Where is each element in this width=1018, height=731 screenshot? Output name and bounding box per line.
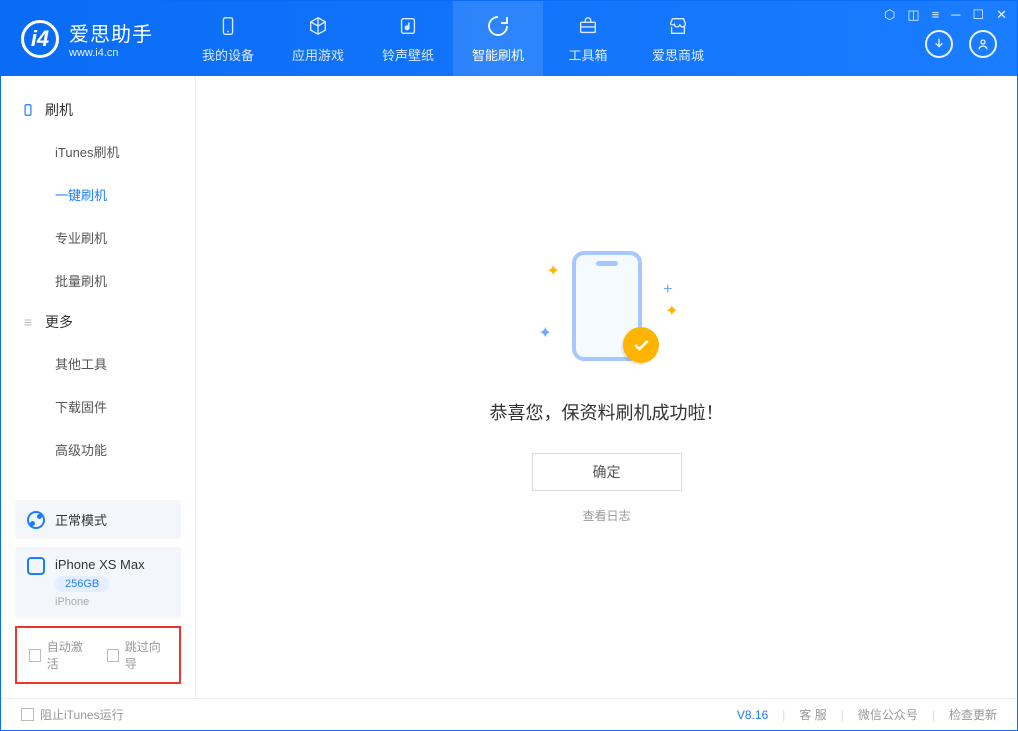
checkbox-box-icon: [107, 649, 119, 662]
highlighted-checkbox-row: 自动激活 跳过向导: [15, 626, 181, 684]
view-log-link[interactable]: 查看日志: [582, 507, 630, 524]
tab-label: 智能刷机: [472, 45, 524, 64]
separator: |: [782, 708, 785, 722]
logo-icon: i4: [21, 20, 59, 58]
checkbox-block-itunes[interactable]: 阻止iTunes运行: [21, 706, 124, 723]
sidebar-item-pro-flash[interactable]: 专业刷机: [1, 216, 195, 259]
checkbox-box-icon: [29, 649, 41, 662]
header: i4 爱思助手 www.i4.cn 我的设备 应用游戏 铃声壁纸 智能刷机: [1, 1, 1017, 76]
mode-icon: [27, 511, 45, 529]
main-tabs: 我的设备 应用游戏 铃声壁纸 智能刷机 工具箱 爱思商城: [183, 1, 723, 76]
footer: 阻止iTunes运行 V8.16 | 客 服 | 微信公众号 | 检查更新: [1, 698, 1017, 730]
header-right-buttons: [925, 30, 997, 58]
minimize-icon[interactable]: ─: [951, 7, 960, 23]
window-controls: ⬡ ◫ ≡ ─ ☐ ✕: [884, 7, 1007, 23]
checkbox-box-icon: [21, 708, 34, 721]
mode-label: 正常模式: [55, 510, 107, 529]
maximize-icon[interactable]: ☐: [972, 7, 984, 23]
close-icon[interactable]: ✕: [996, 7, 1007, 23]
tab-label: 应用游戏: [292, 45, 344, 64]
separator: |: [841, 708, 844, 722]
tab-my-device[interactable]: 我的设备: [183, 1, 273, 76]
section-label: 刷机: [45, 100, 73, 120]
sparkle-icon: ✦: [547, 261, 560, 281]
checkbox-auto-activate[interactable]: 自动激活: [29, 638, 89, 672]
sidebar-item-download-firmware[interactable]: 下载固件: [1, 385, 195, 428]
refresh-shield-icon: [485, 13, 511, 39]
shirt-icon[interactable]: ⬡: [884, 7, 895, 23]
logo: i4 爱思助手 www.i4.cn: [1, 18, 153, 59]
app-url: www.i4.cn: [69, 47, 153, 59]
tab-store[interactable]: 爱思商城: [633, 1, 723, 76]
tab-label: 我的设备: [202, 45, 254, 64]
tab-smart-flash[interactable]: 智能刷机: [453, 1, 543, 76]
tab-toolbox[interactable]: 工具箱: [543, 1, 633, 76]
storage-badge: 256GB: [55, 576, 109, 592]
tab-ringtones-wallpapers[interactable]: 铃声壁纸: [363, 1, 453, 76]
footer-link-support[interactable]: 客 服: [799, 706, 826, 723]
version-label: V8.16: [737, 708, 768, 722]
device-name: iPhone XS Max: [55, 557, 145, 572]
tab-label: 工具箱: [568, 45, 607, 64]
checkbox-label: 阻止iTunes运行: [40, 706, 124, 723]
device-icon: [21, 103, 35, 117]
cube-icon: [305, 13, 331, 39]
sidebar-section-flash: 刷机: [1, 90, 195, 130]
body: 刷机 iTunes刷机 一键刷机 专业刷机 批量刷机 ≡ 更多 其他工具 下载固…: [1, 76, 1017, 698]
app-title: 爱思助手: [69, 18, 153, 47]
sidebar-item-advanced[interactable]: 高级功能: [1, 428, 195, 471]
sidebar-item-batch-flash[interactable]: 批量刷机: [1, 259, 195, 302]
checkbox-skip-guide[interactable]: 跳过向导: [107, 638, 167, 672]
tab-apps-games[interactable]: 应用游戏: [273, 1, 363, 76]
sidebar-item-itunes-flash[interactable]: iTunes刷机: [1, 130, 195, 173]
tab-label: 爱思商城: [652, 45, 704, 64]
main-content: ✦ ✦ + ✦ 恭喜您，保资料刷机成功啦！ 确定 查看日志: [196, 76, 1017, 698]
device-phone-icon: [27, 557, 45, 575]
toolbox-icon: [575, 13, 601, 39]
success-message: 恭喜您，保资料刷机成功啦！: [490, 399, 724, 425]
phone-icon: [215, 13, 241, 39]
device-panel[interactable]: iPhone XS Max 256GB iPhone: [15, 547, 181, 618]
checkmark-badge-icon: [623, 327, 659, 363]
device-type: iPhone: [55, 596, 145, 608]
tab-label: 铃声壁纸: [382, 45, 434, 64]
checkbox-label: 自动激活: [47, 638, 89, 672]
sparkle-icon: ✦: [665, 301, 678, 321]
ok-button[interactable]: 确定: [532, 453, 682, 491]
checkbox-label: 跳过向导: [125, 638, 167, 672]
mode-panel[interactable]: 正常模式: [15, 500, 181, 539]
app-window: i4 爱思助手 www.i4.cn 我的设备 应用游戏 铃声壁纸 智能刷机: [0, 0, 1018, 731]
footer-link-check-update[interactable]: 检查更新: [949, 706, 997, 723]
music-note-icon: [395, 13, 421, 39]
sidebar-section-more: ≡ 更多: [1, 302, 195, 342]
sparkle-icon: ✦: [539, 323, 552, 343]
user-button[interactable]: [969, 30, 997, 58]
separator: |: [932, 708, 935, 722]
sidebar-item-other-tools[interactable]: 其他工具: [1, 342, 195, 385]
store-icon: [665, 13, 691, 39]
sparkle-icon: +: [663, 281, 672, 299]
success-illustration: ✦ ✦ + ✦: [547, 251, 667, 371]
menu-icon[interactable]: ≡: [932, 7, 940, 23]
sidebar-item-onekey-flash[interactable]: 一键刷机: [1, 173, 195, 216]
footer-link-wechat[interactable]: 微信公众号: [858, 706, 918, 723]
list-icon: ≡: [21, 314, 35, 330]
lock-icon[interactable]: ◫: [907, 7, 919, 23]
sidebar: 刷机 iTunes刷机 一键刷机 专业刷机 批量刷机 ≡ 更多 其他工具 下载固…: [1, 76, 196, 698]
section-label: 更多: [45, 312, 73, 332]
download-button[interactable]: [925, 30, 953, 58]
